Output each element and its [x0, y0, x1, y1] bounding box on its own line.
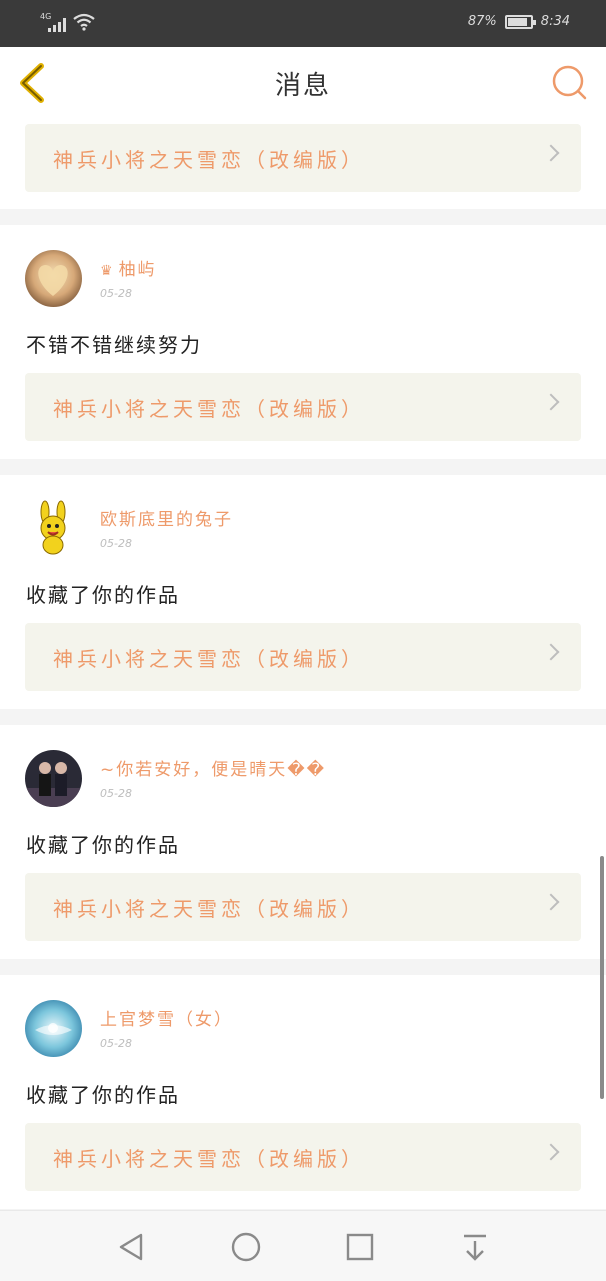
battery-icon: [504, 14, 536, 29]
clock: 8:34: [540, 14, 570, 29]
message-card: 欧斯底里的兔子 05-28 收藏了你的作品 神兵小将之天雪恋（改编版）: [0, 475, 606, 709]
status-bar: 4G 87% 8:34: [0, 0, 606, 47]
work-title: 神兵小将之天雪恋（改编版）: [53, 397, 365, 421]
message-card: 神兵小将之天雪恋（改编版）: [0, 121, 606, 209]
work-link[interactable]: 神兵小将之天雪恋（改编版）: [25, 124, 581, 192]
message-list: 神兵小将之天雪恋（改编版） ♛ 柚屿 05-28 不错不错继续努力 神兵小将之天雪…: [0, 121, 606, 1209]
status-right: 87% 8:34: [468, 14, 570, 29]
avatar[interactable]: [25, 750, 82, 807]
battery-percent: 87%: [467, 14, 497, 29]
system-nav-bar: [0, 1210, 606, 1281]
work-link[interactable]: 神兵小将之天雪恋（改编版）: [25, 623, 581, 691]
comment-text: 不错不错继续努力: [26, 333, 202, 357]
square-recents-icon[interactable]: [340, 1227, 380, 1267]
user-name[interactable]: 上官梦雪（女）: [100, 1005, 233, 1030]
wifi-icon: [73, 13, 95, 31]
avatar[interactable]: [25, 1000, 82, 1057]
app-header: 消息: [0, 47, 606, 122]
post-date: 05-28: [100, 537, 132, 550]
chevron-right-icon: [542, 144, 560, 162]
work-title: 神兵小将之天雪恋（改编版）: [53, 1147, 365, 1171]
work-title: 神兵小将之天雪恋（改编版）: [53, 148, 365, 172]
message-card: ♛ 柚屿 05-28 不错不错继续努力 神兵小将之天雪恋（改编版）: [0, 225, 606, 459]
pull-down-icon[interactable]: [455, 1227, 495, 1267]
comment-text: 收藏了你的作品: [26, 1083, 180, 1107]
message-card: 上官梦雪（女） 05-28 收藏了你的作品 神兵小将之天雪恋（改编版）: [0, 975, 606, 1209]
work-title: 神兵小将之天雪恋（改编版）: [53, 647, 365, 671]
work-link[interactable]: 神兵小将之天雪恋（改编版）: [25, 873, 581, 941]
user-name[interactable]: 欧斯底里的兔子: [100, 505, 233, 530]
search-icon[interactable]: [548, 61, 592, 105]
chevron-right-icon: [542, 1143, 560, 1161]
user-name[interactable]: ~你若安好，便是晴天��: [100, 755, 326, 780]
signal-icon: [48, 16, 66, 32]
message-card: ~你若安好，便是晴天�� 05-28 收藏了你的作品 神兵小将之天雪恋（改编版）: [0, 725, 606, 959]
comment-text: 收藏了你的作品: [26, 833, 180, 857]
avatar[interactable]: [25, 500, 82, 557]
work-link[interactable]: 神兵小将之天雪恋（改编版）: [25, 1123, 581, 1191]
chevron-right-icon: [542, 643, 560, 661]
work-link[interactable]: 神兵小将之天雪恋（改编版）: [25, 373, 581, 441]
work-title: 神兵小将之天雪恋（改编版）: [53, 897, 365, 921]
post-date: 05-28: [100, 787, 132, 800]
post-date: 05-28: [100, 287, 132, 300]
triangle-back-icon[interactable]: [112, 1227, 152, 1267]
crown-icon: ♛: [100, 263, 115, 279]
page-title: 消息: [274, 71, 331, 101]
user-name[interactable]: ♛ 柚屿: [100, 255, 157, 280]
post-date: 05-28: [100, 1037, 132, 1050]
scrollbar[interactable]: [600, 856, 604, 1099]
chevron-right-icon: [542, 393, 560, 411]
comment-text: 收藏了你的作品: [26, 583, 180, 607]
chevron-right-icon: [542, 893, 560, 911]
circle-home-icon[interactable]: [226, 1227, 266, 1267]
avatar[interactable]: [25, 250, 82, 307]
